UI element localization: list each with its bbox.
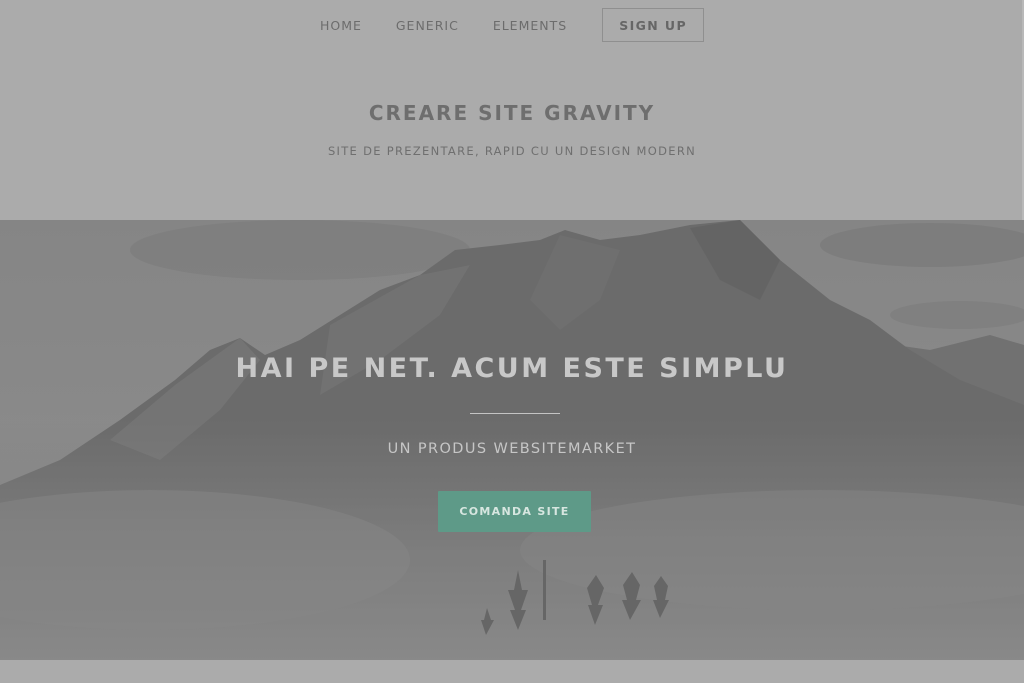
order-site-button[interactable]: COMANDA SITE xyxy=(438,491,591,532)
header-section: HOME GENERIC ELEMENTS SIGN UP CREARE SIT… xyxy=(0,0,1024,220)
signup-button[interactable]: SIGN UP xyxy=(602,8,705,42)
site-subtitle: SITE DE PREZENTARE, RAPID CU UN DESIGN M… xyxy=(327,144,697,158)
nav-home[interactable]: HOME xyxy=(320,18,362,33)
hero-subtitle: UN PRODUS WEBSITEMARKET xyxy=(387,441,637,457)
nav-generic[interactable]: GENERIC xyxy=(396,18,459,33)
hero-section: HAI PE NET. ACUM ESTE SIMPLU UN PRODUS W… xyxy=(0,220,1024,660)
site-title: CREARE SITE GRAVITY xyxy=(368,101,656,125)
bottom-section xyxy=(0,660,1024,683)
hero-divider xyxy=(470,413,560,414)
mountain-background-image xyxy=(0,220,1024,660)
nav-elements[interactable]: ELEMENTS xyxy=(493,18,567,33)
hero-title: HAI PE NET. ACUM ESTE SIMPLU xyxy=(235,353,789,384)
main-nav: HOME GENERIC ELEMENTS SIGN UP xyxy=(0,8,1024,42)
